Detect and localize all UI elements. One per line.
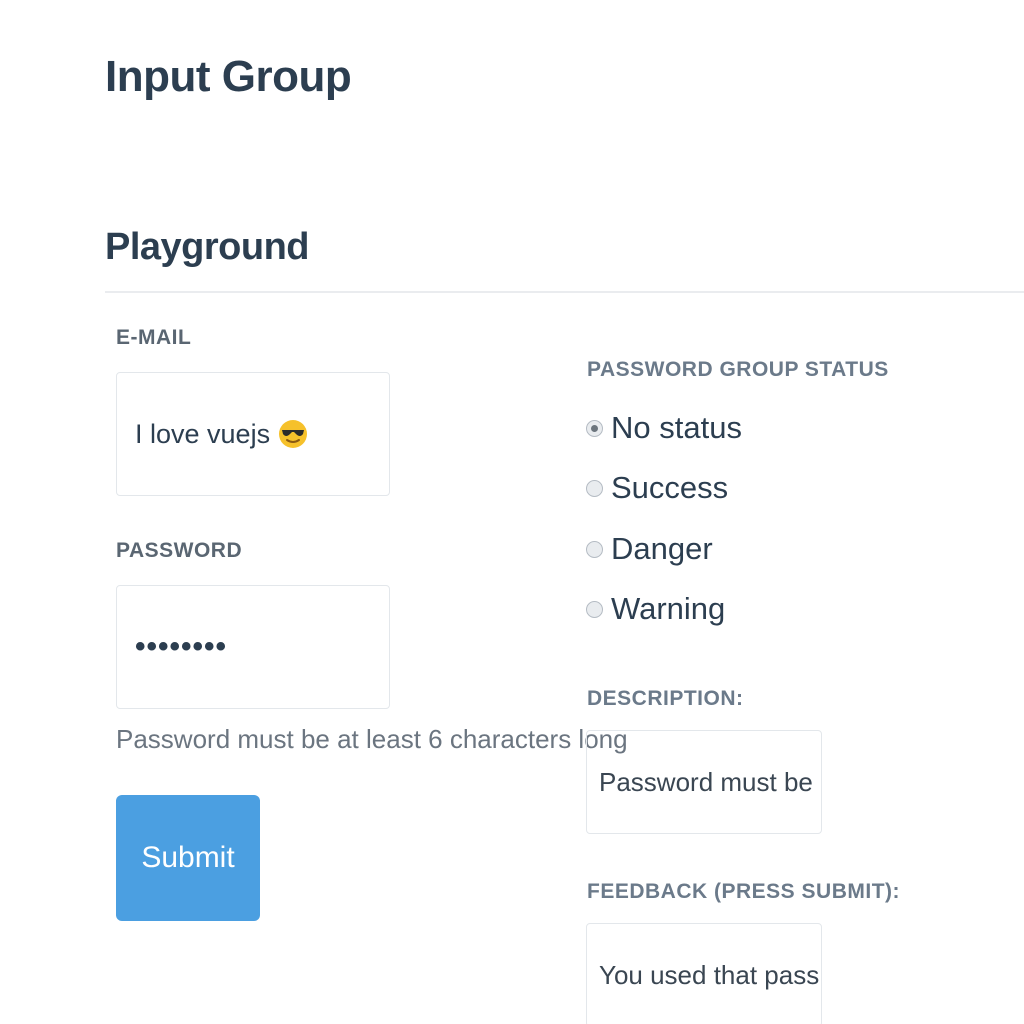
radio-label: Success bbox=[611, 470, 729, 505]
radio-label: Warning bbox=[611, 591, 726, 626]
sunglasses-emoji-icon bbox=[278, 419, 308, 449]
password-help-text: Password must be at least 6 characters l… bbox=[116, 724, 628, 754]
radio-label: Danger bbox=[611, 531, 713, 566]
radio-unchecked-icon[interactable] bbox=[586, 600, 603, 618]
status-group-label: PASSWORD GROUP STATUS bbox=[587, 358, 889, 381]
submit-button[interactable]: Submit bbox=[116, 795, 260, 921]
feedback-input[interactable] bbox=[599, 959, 819, 991]
password-label: PASSWORD bbox=[116, 539, 243, 562]
description-field[interactable] bbox=[586, 730, 822, 834]
feedback-label: FEEDBACK (PRESS SUBMIT): bbox=[587, 880, 901, 903]
radio-success[interactable]: Success bbox=[586, 470, 728, 506]
page-title: Input Group bbox=[105, 52, 352, 101]
radio-warning[interactable]: Warning bbox=[586, 591, 725, 627]
password-field[interactable]: •••••••• bbox=[116, 585, 390, 709]
description-label: DESCRIPTION: bbox=[587, 687, 744, 710]
feedback-field[interactable] bbox=[586, 923, 822, 1024]
description-input[interactable] bbox=[599, 766, 819, 798]
email-label: E-MAIL bbox=[116, 326, 192, 349]
email-field[interactable]: I love vuejs bbox=[116, 372, 390, 496]
email-value: I love vuejs bbox=[135, 418, 271, 449]
radio-no-status[interactable]: No status bbox=[586, 410, 742, 446]
section-title: Playground bbox=[105, 226, 310, 268]
radio-unchecked-icon[interactable] bbox=[586, 479, 603, 497]
password-value: •••••••• bbox=[135, 630, 228, 663]
radio-unchecked-icon[interactable] bbox=[586, 540, 603, 558]
page: Input Group Playground E-MAIL I love vue… bbox=[0, 0, 1024, 1024]
section-divider bbox=[105, 291, 1024, 293]
radio-danger[interactable]: Danger bbox=[586, 531, 713, 567]
radio-label: No status bbox=[611, 410, 742, 445]
radio-checked-icon[interactable] bbox=[586, 419, 603, 437]
